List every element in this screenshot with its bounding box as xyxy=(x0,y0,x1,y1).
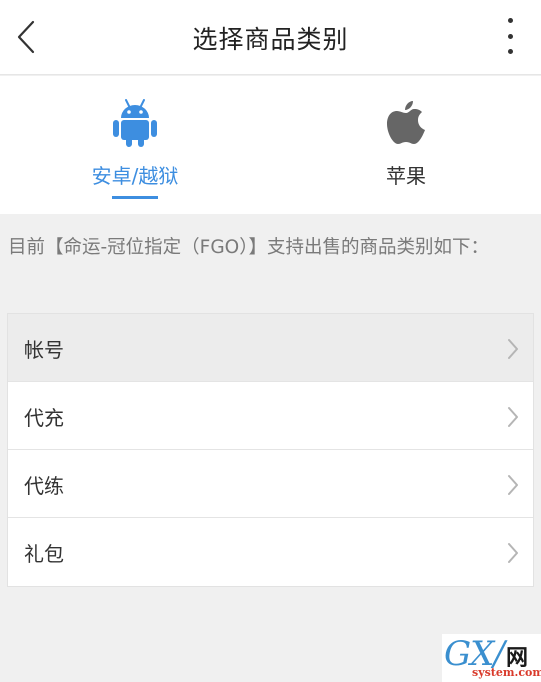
category-label: 代充 xyxy=(24,406,64,430)
chevron-right-icon xyxy=(508,475,518,495)
category-item-leveling[interactable]: 代练 xyxy=(8,450,533,518)
category-list: 帐号 代充 代练 礼包 xyxy=(7,313,534,587)
chevron-right-icon xyxy=(508,407,518,427)
category-label: 礼包 xyxy=(24,542,64,566)
category-item-recharge[interactable]: 代充 xyxy=(8,382,533,450)
more-options-button[interactable] xyxy=(503,18,517,54)
tab-android[interactable]: 安卓/越狱 xyxy=(0,76,270,214)
platform-tabs: 安卓/越狱 苹果 xyxy=(0,76,541,214)
watermark-logo: GX/ 网 system.com xyxy=(442,634,541,682)
category-label: 帐号 xyxy=(24,338,64,362)
chevron-right-icon xyxy=(508,339,518,359)
apple-icon xyxy=(387,101,425,144)
tab-android-label: 安卓/越狱 xyxy=(91,164,179,188)
app-header: 选择商品类别 xyxy=(0,0,541,75)
category-item-gift-pack[interactable]: 礼包 xyxy=(8,518,533,586)
notice-text: 目前【命运-冠位指定（FGO）】支持出售的商品类别如下： xyxy=(8,237,489,258)
watermark-sub: system.com xyxy=(472,666,541,679)
android-icon xyxy=(113,99,157,147)
category-item-account[interactable]: 帐号 xyxy=(8,314,533,382)
chevron-right-icon xyxy=(508,543,518,563)
tab-apple-label: 苹果 xyxy=(386,164,426,188)
tab-apple[interactable]: 苹果 xyxy=(271,76,541,214)
page-title: 选择商品类别 xyxy=(192,25,349,54)
active-tab-indicator xyxy=(112,196,158,199)
category-label: 代练 xyxy=(24,474,64,498)
more-vertical-icon xyxy=(507,18,513,23)
